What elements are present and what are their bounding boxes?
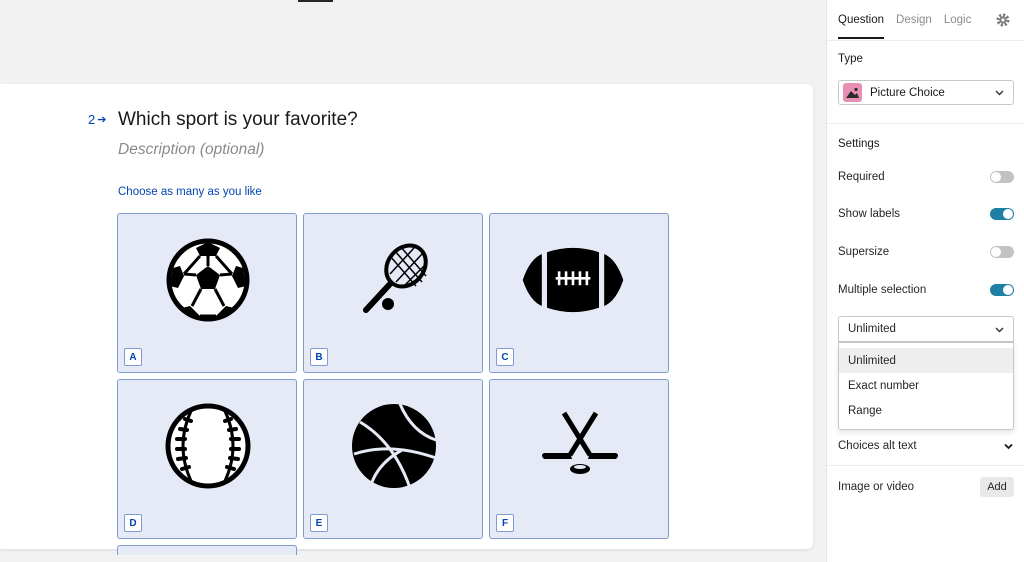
canvas-tab-indicator: [298, 0, 333, 2]
tab-question[interactable]: Question: [838, 0, 885, 40]
supersize-toggle[interactable]: [990, 246, 1014, 258]
chevron-down-icon: [995, 327, 1004, 333]
question-type-select[interactable]: Picture Choice: [838, 80, 1014, 105]
option-unlimited[interactable]: Unlimited: [839, 348, 1013, 373]
picture-choice[interactable]: D: [117, 379, 297, 539]
selection-limit-value: Unlimited: [848, 323, 896, 335]
form-canvas: 2 ➔ Which sport is your favorite? Descri…: [0, 0, 826, 562]
multiple-selection-label: Multiple selection: [838, 284, 927, 296]
tab-design[interactable]: Design: [896, 0, 932, 40]
tennis-racket-icon: [349, 234, 439, 326]
option-exact-number[interactable]: Exact number: [839, 373, 1013, 398]
divider: [827, 465, 1024, 466]
picture-choice-partial[interactable]: [117, 545, 297, 555]
required-label: Required: [838, 171, 885, 183]
image-or-video-label: Image or video: [838, 481, 915, 493]
divider: [827, 123, 1024, 124]
multiple-selection-toggle[interactable]: [990, 284, 1014, 296]
picture-choice[interactable]: B: [303, 213, 483, 373]
picture-choice[interactable]: A: [117, 213, 297, 373]
question-title[interactable]: Which sport is your favorite?: [118, 109, 358, 131]
tab-logic[interactable]: Logic: [944, 0, 972, 40]
gear-icon[interactable]: [996, 13, 1010, 27]
basketball-icon: [349, 400, 439, 492]
chevron-down-icon[interactable]: [1003, 441, 1014, 452]
settings-panel: Question Design Logic Type Picture Choic…: [826, 0, 1024, 562]
choice-key: A: [124, 348, 142, 366]
selection-hint: Choose as many as you like: [118, 186, 262, 198]
required-toggle[interactable]: [990, 171, 1014, 183]
picture-choice[interactable]: F: [489, 379, 669, 539]
picture-choice[interactable]: C: [489, 213, 669, 373]
question-description-input[interactable]: Description (optional): [118, 141, 264, 159]
settings-heading: Settings: [838, 138, 880, 150]
choice-key: E: [310, 514, 328, 532]
choices-alt-text-toggle[interactable]: Choices alt text: [838, 440, 917, 452]
choice-key: F: [496, 514, 514, 532]
show-labels-toggle[interactable]: [990, 208, 1014, 220]
arrow-right-icon: ➔: [97, 114, 107, 126]
divider: [827, 40, 1024, 41]
question-type-value: Picture Choice: [870, 86, 945, 99]
question-number-text: 2: [88, 112, 96, 127]
option-range[interactable]: Range: [839, 398, 1013, 423]
hockey-sticks-icon: [535, 400, 625, 492]
baseball-icon: [163, 400, 253, 492]
selection-limit-select[interactable]: Unlimited: [838, 316, 1014, 342]
picture-icon: [843, 83, 862, 102]
choice-key: B: [310, 348, 328, 366]
show-labels-label: Show labels: [838, 208, 901, 220]
choice-key: C: [496, 348, 514, 366]
question-number: 2 ➔: [88, 112, 106, 127]
selection-limit-menu: Unlimited Exact number Range: [838, 342, 1014, 430]
american-football-icon: [522, 234, 625, 326]
add-media-button[interactable]: Add: [980, 477, 1014, 497]
picture-choice[interactable]: E: [303, 379, 483, 539]
soccer-ball-icon: [163, 234, 253, 326]
supersize-label: Supersize: [838, 246, 890, 258]
type-heading: Type: [838, 53, 863, 65]
choice-key: D: [124, 514, 142, 532]
chevron-down-icon: [995, 90, 1004, 96]
panel-tabs: Question Design Logic: [827, 0, 1024, 40]
